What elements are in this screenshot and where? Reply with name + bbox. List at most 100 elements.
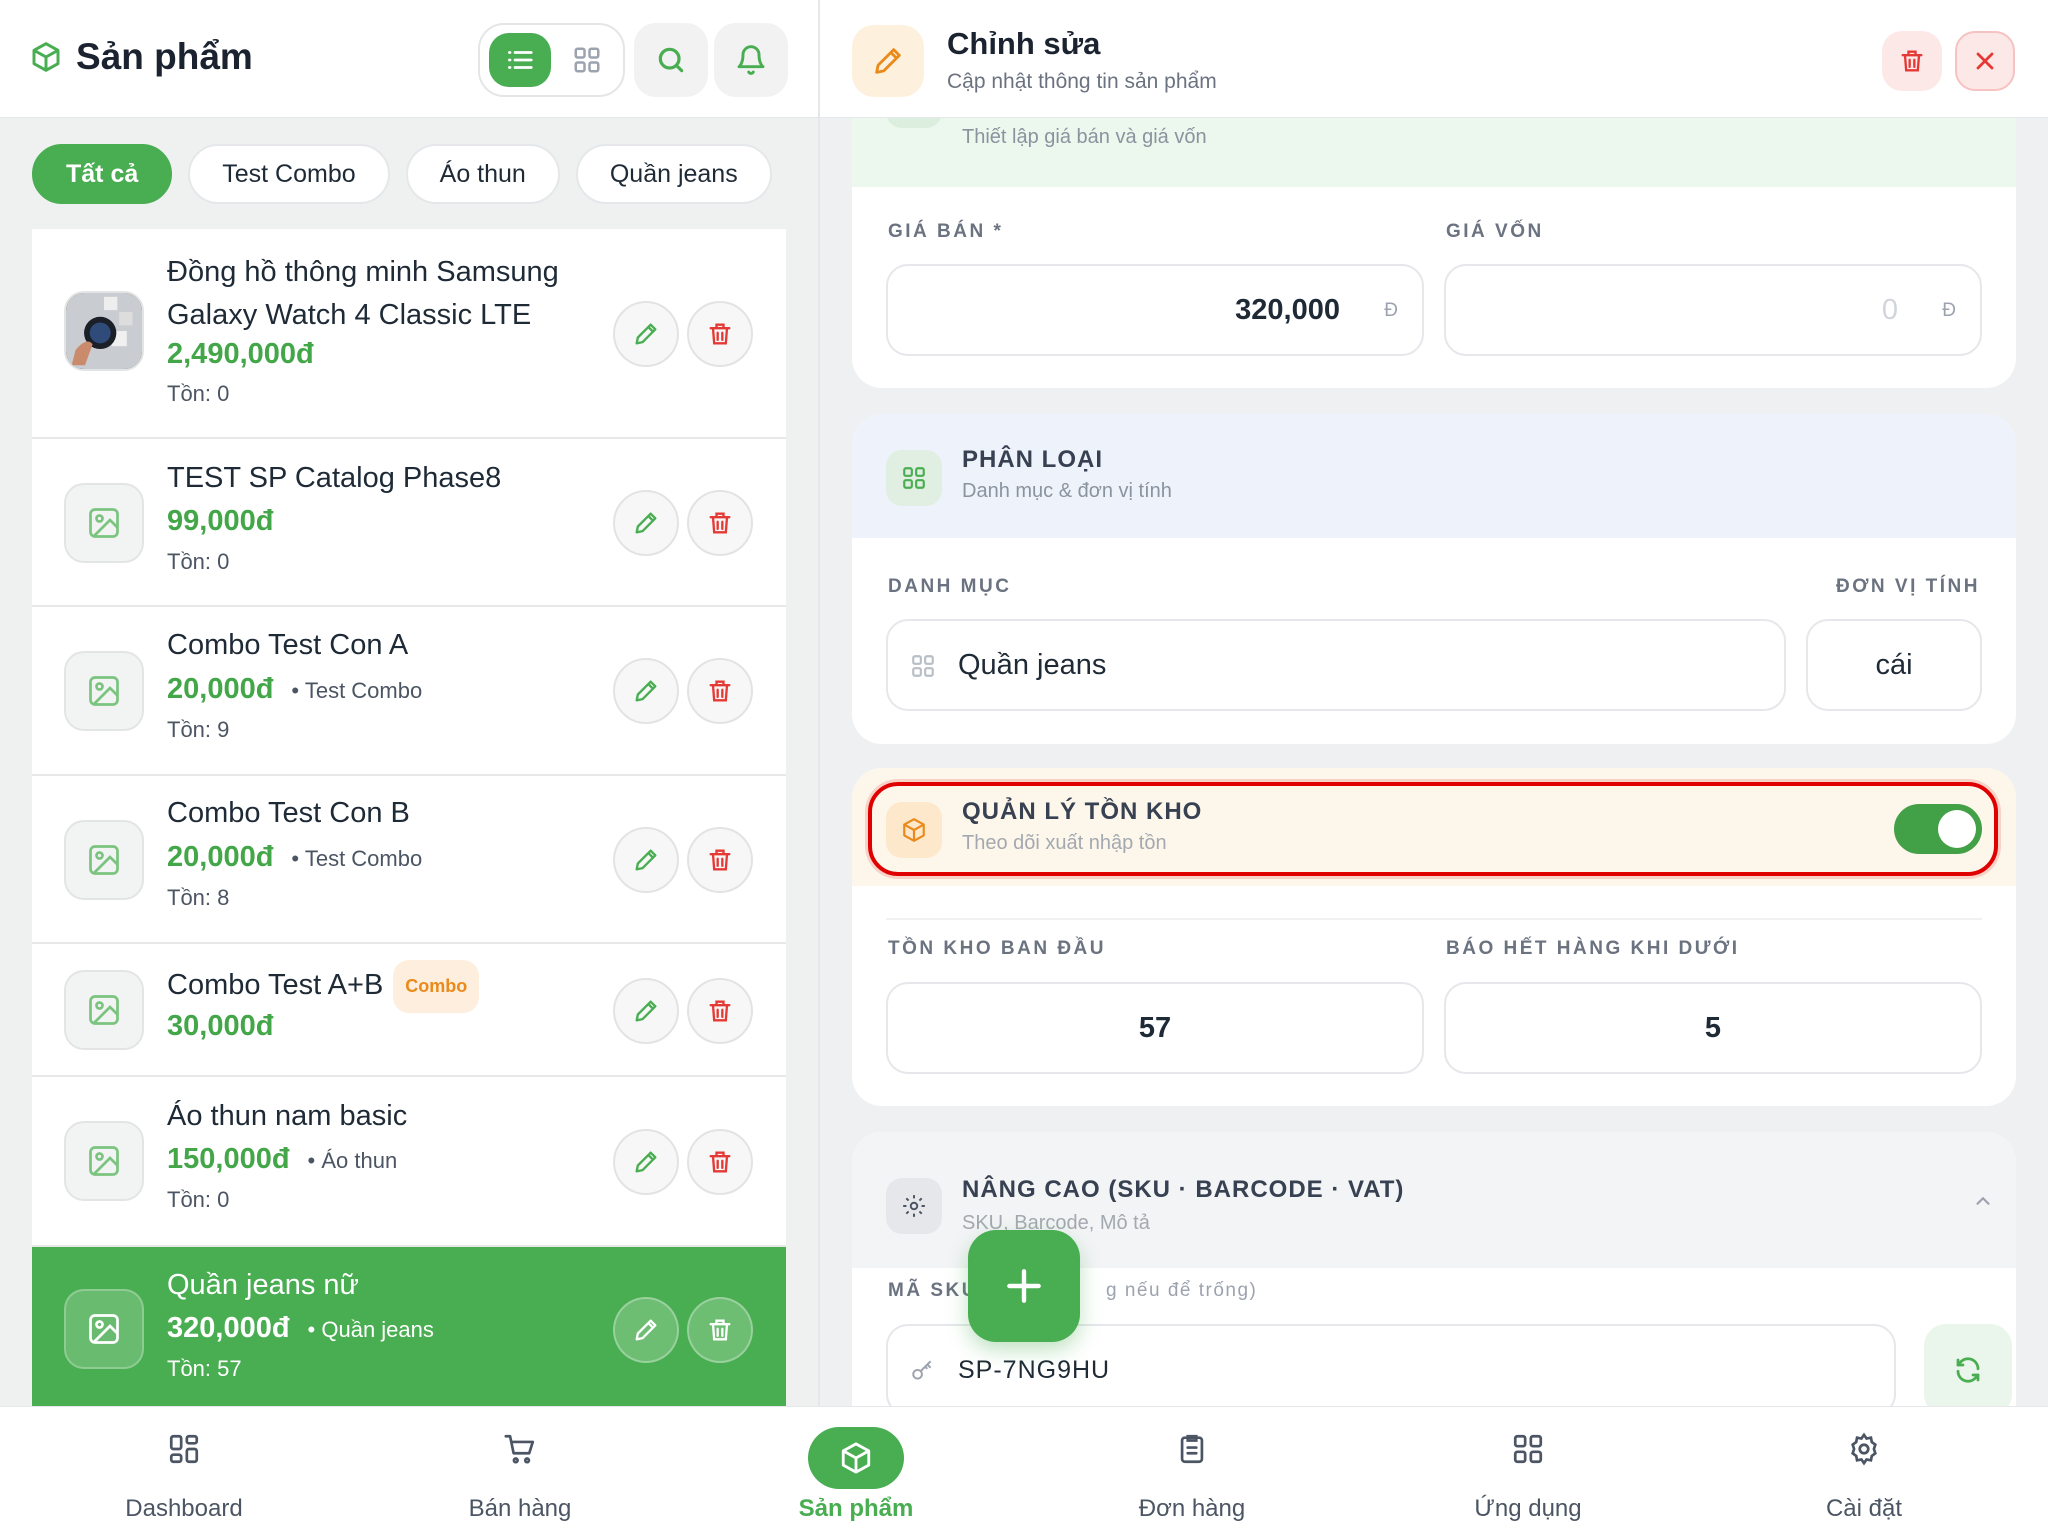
low-stock-input[interactable]: 5 — [1444, 982, 1982, 1074]
chip-all[interactable]: Tất cả — [32, 144, 173, 204]
nav-sales[interactable]: Bán hàng — [420, 1407, 620, 1536]
nav-label: Bán hàng — [468, 1495, 572, 1522]
product-row[interactable]: Đồng hồ thông minh Samsung Galaxy Watch … — [32, 229, 786, 439]
notifications-button[interactable] — [714, 23, 788, 97]
product-category: • Test Combo — [291, 846, 423, 871]
low-stock-label: BÁO HẾT HÀNG KHI DƯỚI — [1446, 938, 1740, 959]
nav-dashboard[interactable]: Dashboard — [84, 1407, 284, 1536]
edit-product-button[interactable] — [613, 1297, 679, 1363]
sell-price-value: 320,000 — [1235, 294, 1340, 326]
box-icon — [808, 1427, 904, 1489]
product-price: 30,000đ — [167, 1010, 274, 1042]
product-row[interactable]: Combo Test Con A 20,000đ • Test Combo Tồn… — [32, 607, 786, 776]
inventory-toggle[interactable] — [1894, 804, 1982, 854]
product-category: • Quần jeans — [307, 1317, 434, 1342]
product-name: Áo thun nam basic — [167, 1100, 408, 1132]
inventory-subtitle: Theo dõi xuất nhập tồn — [962, 832, 1167, 854]
edit-header: Chỉnh sửa Cập nhật thông tin sản phẩm — [820, 0, 2048, 118]
product-row[interactable]: TEST SP Catalog Phase8 99,000đ Tồn: 0 — [32, 439, 786, 607]
product-list-panel: Sản phẩm Tất cả Test Combo Áo thun Quần … — [0, 0, 818, 1406]
nav-products[interactable]: Sản phẩm — [756, 1407, 956, 1536]
chip-test-combo[interactable]: Test Combo — [188, 144, 390, 204]
product-stock: Tồn: 8 — [167, 885, 230, 910]
delete-product-button[interactable] — [687, 1297, 753, 1363]
chevron-up-icon[interactable] — [1972, 1190, 1994, 1212]
edit-title: Chỉnh sửa — [947, 26, 1101, 61]
image-placeholder-icon — [64, 820, 144, 900]
sku-label: MÃ SKU — [888, 1280, 978, 1301]
edit-subtitle: Cập nhật thông tin sản phẩm — [947, 70, 1217, 93]
edit-product-button[interactable] — [613, 1129, 679, 1195]
edit-product-button[interactable] — [613, 658, 679, 724]
key-icon — [910, 1358, 936, 1384]
cost-price-input[interactable]: 0 Đ — [1444, 264, 1982, 356]
category-label: DANH MỤC — [888, 576, 1012, 597]
product-name: Combo Test Con B — [167, 797, 410, 829]
delete-product-button[interactable] — [687, 827, 753, 893]
product-row[interactable]: Combo Test Con B 20,000đ • Test Combo Tồn… — [32, 776, 786, 944]
trash-icon — [706, 1148, 734, 1176]
apps-grid-icon — [1504, 1425, 1552, 1473]
image-placeholder-icon — [64, 483, 144, 563]
delete-product-button[interactable] — [687, 1129, 753, 1195]
refresh-icon — [1953, 1355, 1983, 1385]
product-price: 320,000đ • Quần jeans — [167, 1312, 434, 1344]
page-title: Sản phẩm — [30, 36, 253, 78]
product-row[interactable]: Áo thun nam basic 150,000đ • Áo thun Tồn:… — [32, 1077, 786, 1247]
nav-apps[interactable]: Ứng dụng — [1428, 1407, 1628, 1536]
category-select[interactable]: Quần jeans — [886, 619, 1786, 711]
advanced-title: NÂNG CAO (SKU · BARCODE · VAT) — [962, 1176, 1405, 1203]
image-placeholder-icon — [64, 1121, 144, 1201]
highlight-outline — [868, 782, 1998, 876]
product-row[interactable]: Combo Test A+B Combo 30,000đ — [32, 944, 786, 1077]
nav-label: Ứng dụng — [1474, 1495, 1582, 1522]
delete-product-button[interactable] — [687, 301, 753, 367]
trash-icon — [706, 320, 734, 348]
product-name: Đồng hồ thông minh Samsung Galaxy Watch … — [167, 256, 559, 331]
edit-product-button[interactable] — [613, 827, 679, 893]
delete-button[interactable] — [1882, 31, 1942, 91]
delete-product-button[interactable] — [687, 978, 753, 1044]
nav-orders[interactable]: Đơn hàng — [1092, 1407, 1292, 1536]
edit-product-button[interactable] — [613, 978, 679, 1044]
product-image — [64, 291, 144, 371]
dashboard-icon — [160, 1425, 208, 1473]
trash-icon — [706, 1316, 734, 1344]
trash-icon — [706, 846, 734, 874]
category-card-header: PHÂN LOẠI Danh mục & đơn vị tính — [852, 414, 2016, 538]
product-stock: Tồn: 57 — [167, 1356, 242, 1381]
grid-icon — [572, 45, 602, 75]
category-title: PHÂN LOẠI — [962, 446, 1103, 473]
cost-price-label: GIÁ VỐN — [1446, 221, 1544, 242]
search-icon — [655, 44, 687, 76]
product-price: 20,000đ • Test Combo — [167, 841, 423, 873]
chip-quan-jeans[interactable]: Quần jeans — [575, 144, 772, 204]
image-placeholder-icon — [64, 651, 144, 731]
edit-product-button[interactable] — [613, 490, 679, 556]
sell-price-input[interactable]: 320,000 Đ — [886, 264, 1424, 356]
unit-value: cái — [1875, 649, 1913, 681]
regenerate-sku-button[interactable] — [1924, 1324, 2012, 1406]
delete-product-button[interactable] — [687, 490, 753, 556]
delete-product-button[interactable] — [687, 658, 753, 724]
initial-stock-label: TỒN KHO BAN ĐẦU — [888, 938, 1106, 959]
nav-settings[interactable]: Cài đặt — [1764, 1407, 1964, 1536]
initial-stock-input[interactable]: 57 — [886, 982, 1424, 1074]
unit-input[interactable]: cái — [1806, 619, 1982, 711]
product-name: TEST SP Catalog Phase8 — [167, 462, 502, 494]
edit-product-button[interactable] — [613, 301, 679, 367]
inventory-title: QUẢN LÝ TỒN KHO — [962, 798, 1203, 825]
list-view-button[interactable] — [489, 33, 551, 87]
sku-label-hint: g nếu để trống) — [1106, 1280, 1258, 1301]
grid-view-button[interactable] — [556, 33, 618, 87]
chip-ao-thun[interactable]: Áo thun — [405, 144, 560, 204]
package-icon — [886, 802, 942, 858]
inventory-card: QUẢN LÝ TỒN KHO Theo dõi xuất nhập tồn T… — [852, 768, 2016, 1106]
clipboard-icon — [1168, 1425, 1216, 1473]
box-icon — [30, 41, 62, 73]
search-button[interactable] — [634, 23, 708, 97]
add-product-button[interactable] — [968, 1230, 1080, 1342]
currency-symbol: Đ — [1942, 300, 1956, 321]
product-row-selected[interactable]: Quần jeans nữ 320,000đ • Quần jeans Tồn: … — [32, 1247, 786, 1406]
close-button[interactable] — [1955, 31, 2015, 91]
